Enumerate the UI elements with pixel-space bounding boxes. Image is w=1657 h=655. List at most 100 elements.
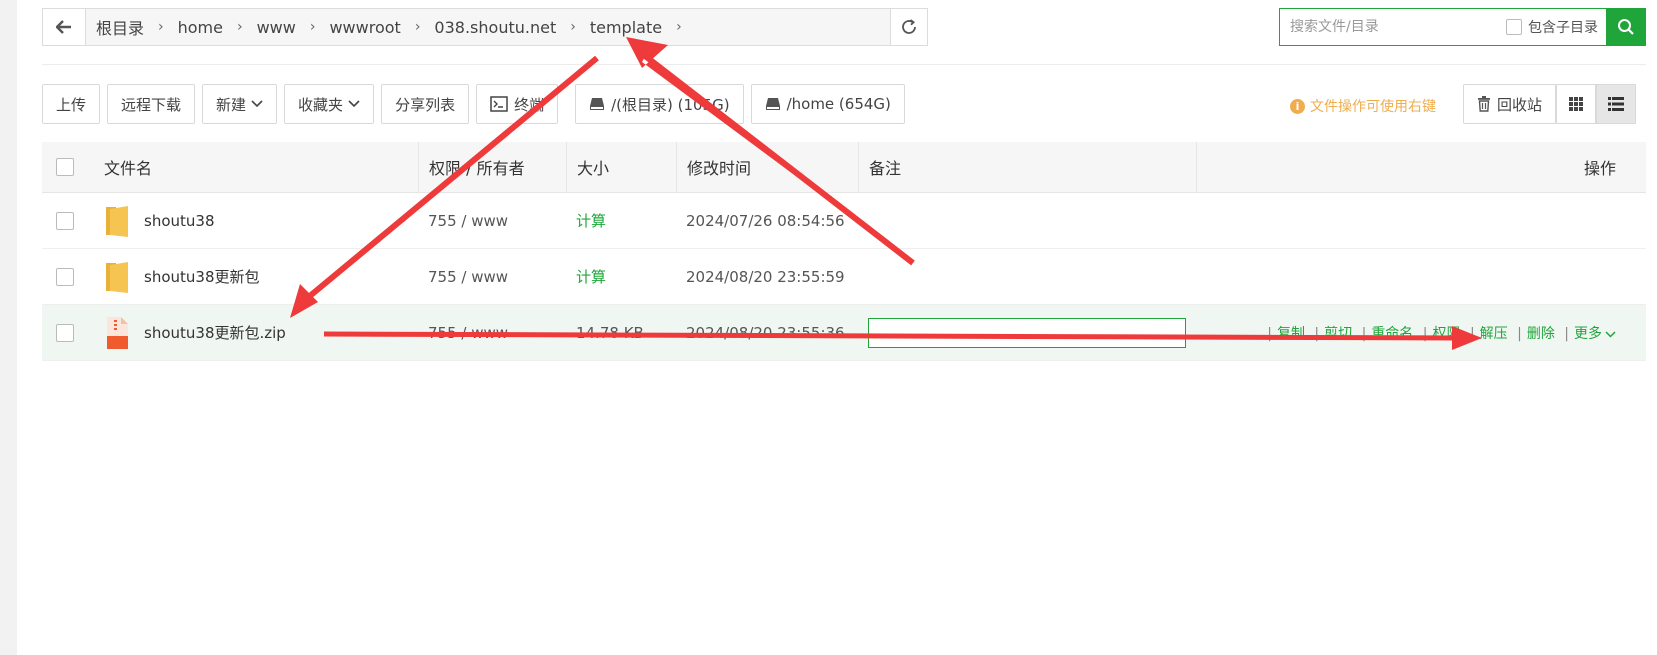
perm-cell[interactable]: 755 / www (418, 324, 566, 342)
new-label: 新建 (216, 95, 247, 114)
chevron-right-icon: › (309, 19, 316, 35)
back-button[interactable] (43, 9, 86, 45)
table-row[interactable]: shoutu38 755 / www 计算 2024/07/26 08:54:5… (42, 193, 1646, 249)
file-name-cell[interactable]: shoutu38更新包.zip (88, 316, 418, 350)
mtime-cell: 2024/07/26 08:54:56 (686, 211, 845, 230)
breadcrumb-item-home[interactable]: home (178, 18, 223, 37)
arrow-left-icon (56, 20, 71, 34)
chevron-right-icon: › (570, 19, 576, 35)
refresh-icon (902, 19, 916, 34)
action-separator: | (1422, 325, 1428, 342)
terminal-icon (490, 96, 508, 112)
breadcrumb-item-www[interactable]: www (257, 18, 296, 37)
share-list-label: 分享列表 (395, 95, 456, 114)
select-all-checkbox[interactable] (56, 158, 74, 176)
list-icon (1608, 97, 1624, 111)
note-cell (858, 317, 1196, 348)
recycle-toolbar: 回收站 (1463, 84, 1563, 124)
row-checkbox[interactable] (56, 267, 74, 286)
trash-icon (1478, 96, 1490, 112)
delete-action[interactable]: 删除 (1527, 326, 1555, 342)
col-header-mtime[interactable]: 修改时间 (676, 142, 858, 192)
file-name-cell[interactable]: shoutu38 (88, 204, 418, 238)
row-checkbox[interactable] (56, 323, 74, 342)
note-input[interactable] (868, 317, 1186, 348)
select-all-cell (42, 158, 88, 176)
perm-cell[interactable]: 755 / www (418, 212, 566, 230)
col-header-perm[interactable]: 权限 / 所有者 (418, 142, 566, 192)
breadcrumb-item-template[interactable]: template (590, 18, 662, 37)
table-row[interactable]: shoutu38更新包 755 / www 计算 2024/08/20 23:5… (42, 249, 1646, 305)
col-header-ops: 操作 (1196, 142, 1646, 192)
breadcrumb-item-root[interactable]: 根目录 (96, 15, 144, 39)
context-menu-hint: i 文件操作可使用右键 (1290, 96, 1436, 116)
search-icon (1618, 19, 1634, 35)
row-checkbox[interactable] (56, 211, 74, 230)
row-select-cell (42, 211, 88, 230)
remote-download-button[interactable]: 远程下载 (107, 84, 196, 124)
copy-action[interactable]: 复制 (1277, 326, 1305, 342)
row-actions: | 复制 | 剪切 | 重命名 | 权限 | 解压 | 删除 | 更多 (1196, 323, 1646, 343)
more-label: 更多 (1574, 325, 1602, 342)
new-dropdown-button[interactable]: 新建 (202, 84, 278, 124)
folder-icon (106, 261, 128, 293)
terminal-button[interactable]: 终端 (476, 84, 559, 124)
table-row-selected[interactable]: shoutu38更新包.zip 755 / www 14.78 KB 2024/… (42, 305, 1646, 361)
list-view-button[interactable] (1596, 84, 1636, 124)
refresh-button[interactable] (890, 9, 927, 45)
unzip-action[interactable]: 解压 (1480, 326, 1508, 342)
row-select-cell (42, 323, 88, 342)
file-name[interactable]: shoutu38更新包.zip (144, 322, 286, 343)
chevron-right-icon: › (158, 19, 164, 35)
action-separator: | (1361, 325, 1367, 342)
size-calc-link[interactable]: 计算 (566, 266, 676, 287)
table-header: 文件名 权限 / 所有者 大小 修改时间 备注 操作 (42, 142, 1646, 193)
col-header-note: 备注 (858, 142, 1196, 192)
permission-action[interactable]: 权限 (1432, 326, 1460, 342)
chevron-down-icon (1605, 330, 1616, 338)
breadcrumb-item-site[interactable]: 038.shoutu.net (434, 18, 556, 37)
zip-file-icon (107, 316, 128, 349)
grid-view-button[interactable] (1556, 84, 1596, 124)
include-subdir-option[interactable]: 包含子目录 (1506, 17, 1598, 37)
breadcrumb-bar: 根目录 › home › www › wwwroot › 038.shoutu.… (42, 8, 928, 46)
hint-text: 文件操作可使用右键 (1310, 99, 1436, 115)
search-box: 包含子目录 (1279, 8, 1646, 46)
file-name-cell[interactable]: shoutu38更新包 (88, 260, 418, 294)
more-action[interactable]: 更多 (1574, 326, 1616, 342)
disk-icon (590, 98, 605, 110)
breadcrumb: 根目录 › home › www › wwwroot › 038.shoutu.… (86, 15, 890, 39)
search-input[interactable] (1280, 9, 1506, 45)
favorites-dropdown-button[interactable]: 收藏夹 (284, 84, 375, 124)
recycle-bin-button[interactable]: 回收站 (1463, 84, 1557, 124)
action-separator: | (1469, 325, 1475, 342)
chevron-down-icon (348, 100, 360, 108)
share-list-button[interactable]: 分享列表 (381, 84, 470, 124)
col-header-size[interactable]: 大小 (566, 142, 676, 192)
disk-root-label: /(根目录) (105G) (611, 95, 730, 114)
action-separator: | (1267, 325, 1272, 342)
terminal-label: 终端 (514, 95, 545, 114)
disk-home-button[interactable]: /home (654G) (750, 84, 905, 124)
disk-root-button[interactable]: /(根目录) (105G) (575, 84, 744, 124)
chevron-right-icon: › (676, 19, 682, 35)
perm-cell[interactable]: 755 / www (418, 268, 566, 286)
include-subdir-label: 包含子目录 (1528, 20, 1598, 36)
file-name[interactable]: shoutu38 (144, 212, 214, 230)
breadcrumb-item-wwwroot[interactable]: wwwroot (329, 18, 400, 37)
search-button[interactable] (1606, 8, 1646, 46)
upload-button[interactable]: 上传 (42, 84, 101, 124)
action-separator: | (1314, 325, 1320, 342)
action-separator: | (1564, 325, 1569, 342)
chevron-right-icon: › (236, 19, 243, 35)
info-icon: i (1290, 98, 1305, 114)
folder-icon (106, 205, 128, 237)
size-calc-link[interactable]: 计算 (566, 210, 676, 231)
remote-download-label: 远程下载 (121, 95, 182, 114)
include-subdir-checkbox[interactable] (1506, 19, 1522, 35)
cut-action[interactable]: 剪切 (1324, 326, 1352, 342)
col-header-name[interactable]: 文件名 (88, 142, 418, 192)
file-name[interactable]: shoutu38更新包 (144, 266, 259, 287)
rename-action[interactable]: 重命名 (1371, 326, 1413, 342)
mtime-cell: 2024/08/20 23:55:59 (686, 267, 845, 286)
